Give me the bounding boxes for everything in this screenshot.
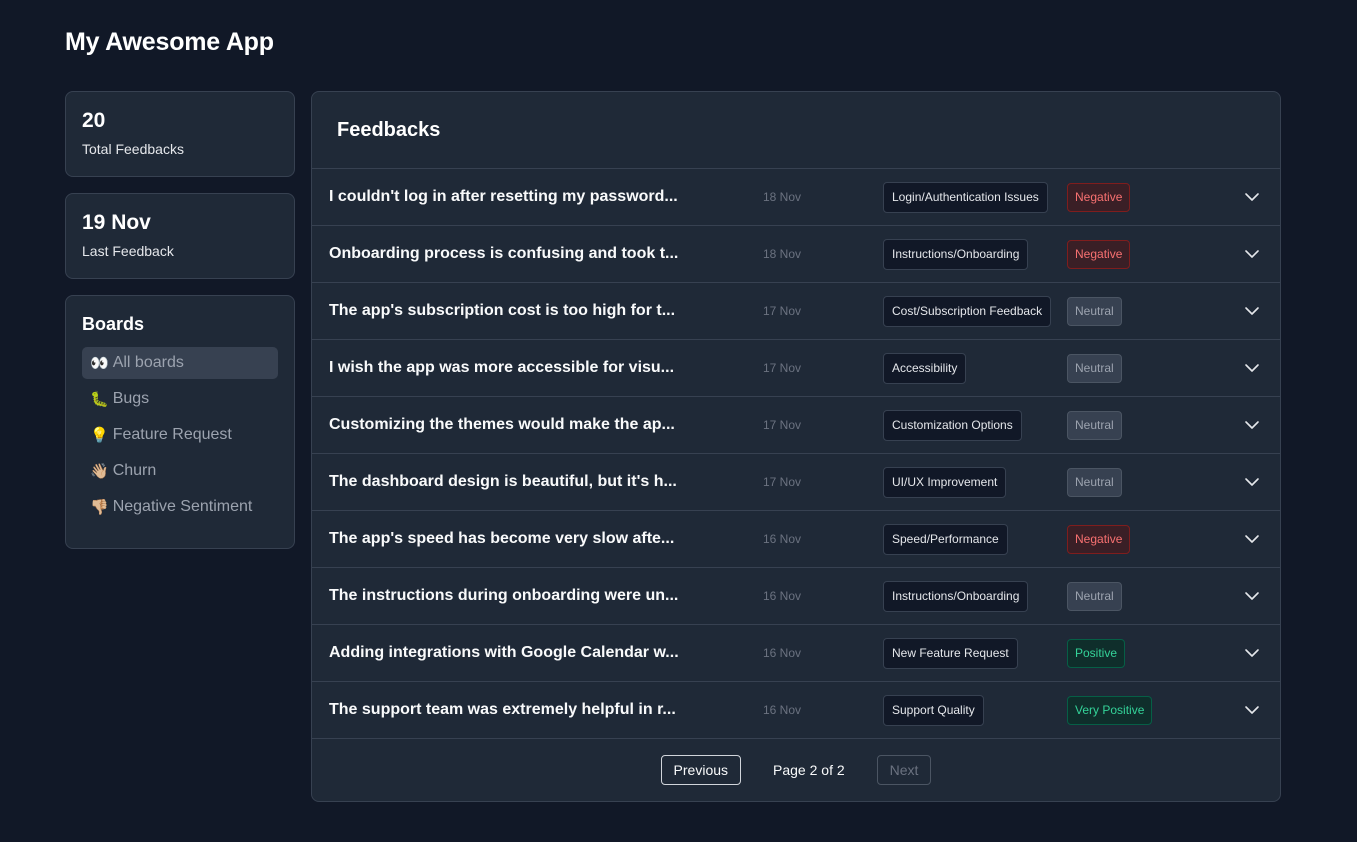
feedback-text: The app's speed has become very slow aft… — [329, 530, 675, 547]
stat-label: Total Feedbacks — [82, 141, 184, 157]
chevron-down-icon[interactable] — [1244, 360, 1260, 376]
feedback-text: Adding integrations with Google Calendar… — [329, 644, 679, 661]
lightbulb-icon: 💡 — [90, 427, 109, 444]
eyes-icon: 👀 — [90, 355, 109, 372]
chevron-down-icon[interactable] — [1244, 588, 1260, 604]
feedback-date: 17 Nov — [763, 304, 802, 318]
category-badge: Speed/Performance — [883, 523, 1008, 555]
feedback-date: 18 Nov — [763, 247, 802, 261]
board-item[interactable]: 👀 All boards — [82, 347, 278, 379]
sentiment-badge: Negative — [1067, 182, 1131, 212]
sentiment-badge: Neutral — [1067, 296, 1122, 326]
chevron-down-icon[interactable] — [1244, 246, 1260, 262]
feedback-row[interactable]: The support team was extremely helpful i… — [312, 682, 1280, 739]
waving-hand-icon: 👋🏼 — [90, 463, 109, 480]
stat-value: 19 Nov — [82, 211, 151, 234]
feedback-row[interactable]: Onboarding process is confusing and took… — [312, 226, 1280, 283]
board-item[interactable]: 👋🏼 Churn — [82, 455, 278, 487]
sentiment-badge: Negative — [1067, 524, 1131, 554]
feedback-text: The instructions during onboarding were … — [329, 587, 679, 604]
board-item-label: Negative Sentiment — [112, 498, 253, 515]
board-item[interactable]: 👎🏼 Negative Sentiment — [82, 491, 278, 523]
bug-icon: 🐛 — [90, 391, 109, 408]
feedback-date: 16 Nov — [763, 703, 802, 717]
stat-card-last-feedback: 19 Nov Last Feedback — [65, 193, 295, 279]
boards-title: Boards — [82, 314, 145, 334]
sentiment-badge: Neutral — [1067, 410, 1122, 440]
feedback-text: I wish the app was more accessible for v… — [329, 359, 675, 376]
feedback-date: 16 Nov — [763, 532, 802, 546]
category-badge: Login/Authentication Issues — [883, 181, 1048, 213]
boards-card: Boards 👀 All boards 🐛 Bugs 💡 Feature Request 👋… — [65, 295, 295, 549]
feedbacks-panel: Feedbacks I couldn't log in after resett… — [311, 91, 1281, 802]
category-badge: UI/UX Improvement — [883, 466, 1007, 498]
category-badge: Accessibility — [883, 352, 967, 384]
board-item-label: All boards — [112, 354, 184, 371]
feedbacks-header: Feedbacks — [312, 92, 1280, 169]
feedback-text: The app's subscription cost is too high … — [329, 302, 676, 319]
feedback-list: I couldn't log in after resetting my pas… — [312, 169, 1280, 739]
category-badge: New Feature Request — [883, 637, 1018, 669]
sentiment-badge: Neutral — [1067, 353, 1122, 383]
sentiment-badge: Very Positive — [1067, 695, 1153, 725]
category-badge: Customization Options — [883, 409, 1022, 441]
feedback-text: I couldn't log in after resetting my pas… — [329, 188, 678, 205]
feedback-date: 17 Nov — [763, 418, 802, 432]
chevron-down-icon[interactable] — [1244, 189, 1260, 205]
feedback-date: 17 Nov — [763, 361, 802, 375]
pagination: Previous Page 2 of 2 Next — [312, 739, 1280, 801]
board-item[interactable]: 🐛 Bugs — [82, 383, 278, 415]
feedback-text: The support team was extremely helpful i… — [329, 701, 676, 718]
feedback-date: 17 Nov — [763, 475, 802, 489]
board-item-label: Bugs — [112, 390, 150, 407]
feedback-date: 16 Nov — [763, 646, 802, 660]
category-badge: Instructions/Onboarding — [883, 238, 1029, 270]
feedback-row[interactable]: The instructions during onboarding were … — [312, 568, 1280, 625]
category-badge: Instructions/Onboarding — [883, 580, 1029, 612]
chevron-down-icon[interactable] — [1244, 474, 1260, 490]
board-item-label: Churn — [112, 462, 157, 479]
feedback-text: The dashboard design is beautiful, but i… — [329, 473, 677, 490]
stat-card-total-feedbacks: 20 Total Feedbacks — [65, 91, 295, 177]
feedback-row[interactable]: I wish the app was more accessible for v… — [312, 340, 1280, 397]
chevron-down-icon[interactable] — [1244, 702, 1260, 718]
feedbacks-title: Feedbacks — [337, 118, 441, 141]
feedback-row[interactable]: I couldn't log in after resetting my pas… — [312, 169, 1280, 226]
sentiment-badge: Neutral — [1067, 581, 1122, 611]
feedback-row[interactable]: The dashboard design is beautiful, but i… — [312, 454, 1280, 511]
feedback-text: Customizing the themes would make the ap… — [329, 416, 675, 433]
feedback-row[interactable]: The app's subscription cost is too high … — [312, 283, 1280, 340]
feedback-text: Onboarding process is confusing and took… — [329, 245, 679, 262]
boards-list: 👀 All boards 🐛 Bugs 💡 Feature Request 👋🏼 Churn 👎… — [82, 347, 278, 523]
previous-button[interactable]: Previous — [660, 755, 742, 785]
sentiment-badge: Positive — [1067, 638, 1126, 668]
feedback-row[interactable]: Customizing the themes would make the ap… — [312, 397, 1280, 454]
feedback-row[interactable]: The app's speed has become very slow aft… — [312, 511, 1280, 568]
board-item[interactable]: 💡 Feature Request — [82, 419, 278, 451]
category-badge: Support Quality — [883, 694, 984, 726]
sidebar: 20 Total Feedbacks 19 Nov Last Feedback … — [65, 91, 295, 549]
next-button[interactable]: Next — [876, 755, 932, 785]
page-info: Page 2 of 2 — [773, 762, 845, 778]
thumbs-down-icon: 👎🏼 — [90, 499, 109, 516]
chevron-down-icon[interactable] — [1244, 531, 1260, 547]
feedback-date: 16 Nov — [763, 589, 802, 603]
category-badge: Cost/Subscription Feedback — [883, 295, 1052, 327]
feedback-row[interactable]: Adding integrations with Google Calendar… — [312, 625, 1280, 682]
chevron-down-icon[interactable] — [1244, 645, 1260, 661]
sentiment-badge: Negative — [1067, 239, 1131, 269]
sentiment-badge: Neutral — [1067, 467, 1122, 497]
stat-label: Last Feedback — [82, 243, 174, 259]
board-item-label: Feature Request — [112, 426, 232, 443]
chevron-down-icon[interactable] — [1244, 417, 1260, 433]
stat-value: 20 — [82, 109, 106, 132]
chevron-down-icon[interactable] — [1244, 303, 1260, 319]
app-title: My Awesome App — [65, 28, 274, 56]
feedback-date: 18 Nov — [763, 190, 802, 204]
